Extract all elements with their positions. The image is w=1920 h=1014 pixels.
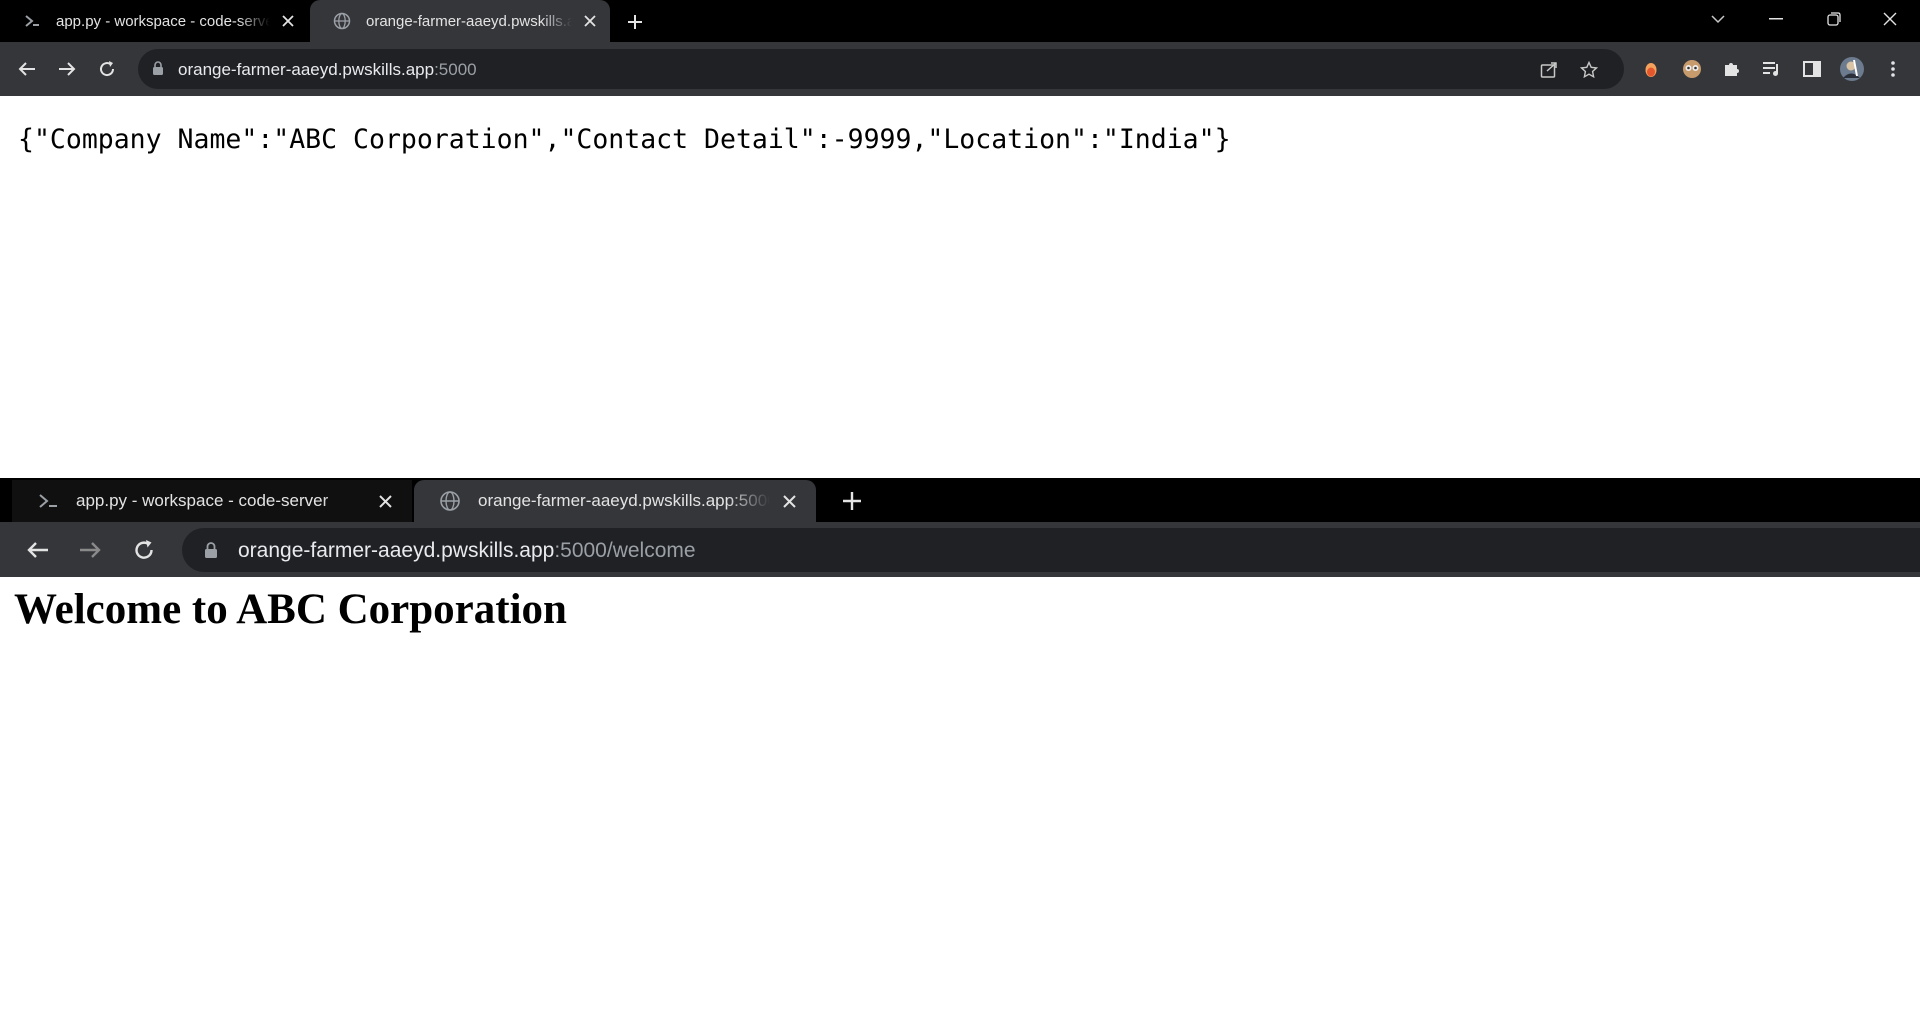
chevron-down-icon <box>1711 14 1725 23</box>
address-bar[interactable]: orange-farmer-aaeyd.pwskills.app:5000 <box>138 49 1624 89</box>
close-icon[interactable] <box>374 490 396 512</box>
extension-face-icon[interactable] <box>1679 56 1705 82</box>
url-text: orange-farmer-aaeyd.pwskills.app:5000/we… <box>238 539 696 562</box>
menu-kebab-icon[interactable] <box>1880 56 1906 82</box>
globe-icon <box>332 11 352 31</box>
page-content: {"Company Name":"ABC Corporation","Conta… <box>0 96 1920 478</box>
tab-title: app.py - workspace - code-server <box>56 12 270 30</box>
close-icon[interactable] <box>580 11 600 31</box>
close-icon[interactable] <box>778 490 800 512</box>
share-icon[interactable] <box>1538 59 1560 81</box>
tab-strip: app.py - workspace - code-server orange-… <box>0 478 1920 522</box>
tab-title: app.py - workspace - code-server <box>76 491 329 510</box>
close-window-button[interactable] <box>1862 0 1918 38</box>
extensions-puzzle-icon[interactable] <box>1719 56 1745 82</box>
url-text: orange-farmer-aaeyd.pwskills.app:5000 <box>178 60 477 79</box>
lock-icon[interactable] <box>152 61 164 81</box>
tab-orange-farmer[interactable]: orange-farmer-aaeyd.pwskills.app:5000/we… <box>414 480 816 522</box>
reload-button[interactable] <box>92 54 122 84</box>
address-bar[interactable]: orange-farmer-aaeyd.pwskills.app:5000/we… <box>182 528 1920 572</box>
json-response: {"Company Name":"ABC Corporation","Conta… <box>18 124 1231 155</box>
tab-strip: app.py - workspace - code-server orange-… <box>0 0 1920 42</box>
minimize-button[interactable] <box>1748 0 1804 38</box>
code-server-icon <box>22 11 42 31</box>
new-tab-button[interactable] <box>836 485 868 517</box>
page-content: Welcome to ABC Corporation <box>0 577 1920 1014</box>
tab-search-button[interactable] <box>1690 0 1746 38</box>
globe-icon <box>438 489 462 513</box>
forward-button[interactable] <box>72 532 108 568</box>
tab-title: orange-farmer-aaeyd.pwskills.app:5000 <box>366 12 572 30</box>
toolbar: orange-farmer-aaeyd.pwskills.app:5000/we… <box>0 522 1920 577</box>
profile-avatar[interactable] <box>1839 56 1865 82</box>
browser-window-top: app.py - workspace - code-server orange-… <box>0 0 1920 478</box>
tab-code-server[interactable]: app.py - workspace - code-server <box>0 0 308 42</box>
code-server-icon <box>36 489 60 513</box>
back-button[interactable] <box>20 532 56 568</box>
tab-title: orange-farmer-aaeyd.pwskills.app:5000/we… <box>478 491 770 510</box>
new-tab-button[interactable] <box>622 9 648 35</box>
reload-button[interactable] <box>126 532 162 568</box>
restore-button[interactable] <box>1806 0 1862 38</box>
media-queue-icon[interactable] <box>1759 56 1785 82</box>
close-icon[interactable] <box>278 11 298 31</box>
toolbar: orange-farmer-aaeyd.pwskills.app:5000 <box>0 42 1920 96</box>
lock-icon[interactable] <box>204 542 218 564</box>
browser-window-bottom: app.py - workspace - code-server orange-… <box>0 478 1920 1014</box>
star-icon[interactable] <box>1578 59 1600 81</box>
page-heading: Welcome to ABC Corporation <box>14 586 567 633</box>
tab-orange-farmer[interactable]: orange-farmer-aaeyd.pwskills.app:5000 <box>310 0 610 42</box>
forward-button[interactable] <box>52 54 82 84</box>
back-button[interactable] <box>12 54 42 84</box>
side-panel-icon[interactable] <box>1799 56 1825 82</box>
extension-orange-icon[interactable] <box>1638 56 1664 82</box>
tab-code-server[interactable]: app.py - workspace - code-server <box>12 480 412 522</box>
